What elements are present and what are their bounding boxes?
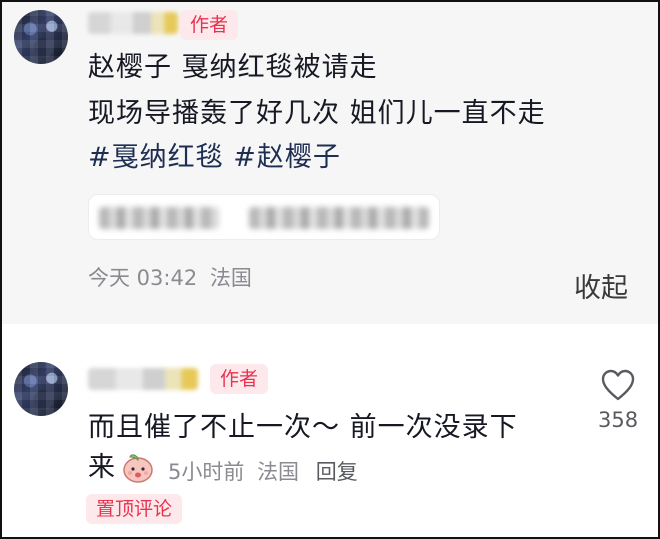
reply-button[interactable]: 回复 — [316, 460, 358, 484]
heart-outline-icon[interactable] — [600, 368, 636, 402]
timestamp: 今天 03:42 — [88, 266, 198, 290]
comment-text-line-2: 现场导播轰了好几次 姐们儿一直不走 — [88, 98, 546, 129]
comment-text-line-1: 赵樱子 戛纳红毯被请走 — [88, 52, 378, 83]
avatar[interactable] — [14, 10, 68, 64]
comment-text-line-1: 而且催了不止一次～ 前一次没录下 — [88, 412, 518, 443]
blurred-content — [99, 207, 219, 229]
like-count: 358 — [598, 408, 639, 432]
location: 法国 — [209, 266, 252, 290]
hashtag-link[interactable]: #戛纳红毯 — [88, 142, 224, 173]
blurred-link-card[interactable] — [88, 194, 440, 240]
collapse-button[interactable]: 收起 — [574, 266, 628, 305]
author-badge: 作者 — [210, 364, 269, 394]
hashtag-link[interactable]: #赵樱子 — [233, 142, 341, 173]
blurred-content — [249, 207, 429, 229]
author-badge: 作者 — [180, 10, 239, 40]
pinned-comment-badge: 置顶评论 — [86, 494, 183, 524]
timestamp: 5小时前 — [168, 460, 245, 484]
username-blurred[interactable] — [88, 12, 178, 34]
peach-face-emoji-icon — [123, 454, 153, 483]
comment-meta: 今天 03:42 法国 — [88, 262, 252, 292]
comment-text-line-2: 来 — [88, 452, 116, 483]
comment-author-post: 作者 赵樱子 戛纳红毯被请走 现场导播轰了好几次 姐们儿一直不走 #戛纳红毯 #… — [2, 2, 658, 324]
location: 法国 — [257, 460, 300, 484]
hashtag-row: #戛纳红毯 #赵樱子 — [88, 138, 341, 178]
comment-meta: 5小时前 法国 回复 — [168, 456, 358, 486]
username-blurred[interactable] — [88, 368, 198, 390]
avatar[interactable] — [14, 362, 68, 416]
